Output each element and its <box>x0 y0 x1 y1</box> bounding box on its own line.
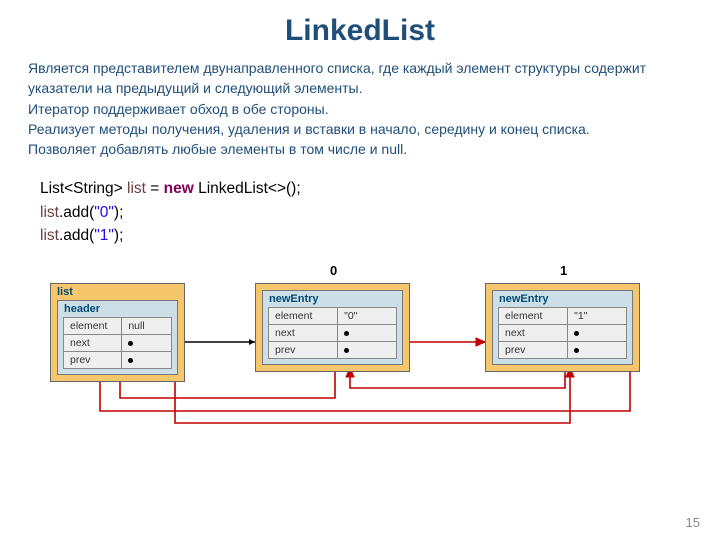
field-prev-v <box>338 342 397 359</box>
code-text: ); <box>114 204 123 221</box>
node-1-box: newEntry element"1" next prev <box>485 283 640 372</box>
pointer-dot <box>128 358 133 363</box>
pointer-dot <box>344 348 349 353</box>
list-title: list <box>51 284 184 300</box>
desc-line-1: Является представителем двунаправленного… <box>28 60 646 96</box>
header-title: header <box>58 301 177 317</box>
field-prev-k: prev <box>269 342 338 359</box>
code-text: List<String> <box>40 180 127 197</box>
node-index-0: 0 <box>330 263 337 278</box>
page-title: LinkedList <box>0 0 720 58</box>
node-1-fields: element"1" next prev <box>498 307 627 359</box>
node-0-entry: newEntry element"0" next prev <box>262 290 403 365</box>
field-element-v: "0" <box>338 308 397 325</box>
desc-line-2: Итератор поддерживает обход в обе сторон… <box>28 101 329 117</box>
field-next-v <box>122 335 172 352</box>
code-var: list <box>40 204 59 221</box>
node-0-box: newEntry element"0" next prev <box>255 283 410 372</box>
field-element-k: element <box>499 308 568 325</box>
list-box: list header elementnull next prev <box>50 283 185 382</box>
field-element-k: element <box>269 308 338 325</box>
node-0-title: newEntry <box>263 291 402 307</box>
code-text: ); <box>114 227 123 244</box>
field-prev-v <box>568 342 627 359</box>
field-next-k: next <box>499 325 568 342</box>
field-next-k: next <box>269 325 338 342</box>
node-0-fields: element"0" next prev <box>268 307 397 359</box>
field-prev-k: prev <box>64 352 122 369</box>
code-keyword: new <box>164 180 194 197</box>
header-box: header elementnull next prev <box>57 300 178 375</box>
description-block: Является представителем двунаправленного… <box>0 58 720 167</box>
field-prev-v <box>122 352 172 369</box>
node-1-title: newEntry <box>493 291 632 307</box>
pointer-dot <box>574 331 579 336</box>
code-var: list <box>127 180 146 197</box>
code-text: LinkedList<>(); <box>194 180 301 197</box>
node-1-entry: newEntry element"1" next prev <box>492 290 633 365</box>
code-string: "0" <box>94 204 114 221</box>
field-element-k: element <box>64 318 122 335</box>
desc-line-4: Позволяет добавлять любые элементы в том… <box>28 141 407 157</box>
field-prev-k: prev <box>499 342 568 359</box>
desc-line-3: Реализует методы получения, удаления и в… <box>28 121 590 137</box>
code-block: List<String> list = new LinkedList<>(); … <box>0 167 720 247</box>
code-line-2: list.add("0"); <box>40 201 720 224</box>
field-next-v <box>338 325 397 342</box>
diagram: 0 1 list header elementnull next prev ne… <box>40 263 680 443</box>
code-text: = <box>146 180 164 197</box>
field-next-v <box>568 325 627 342</box>
code-text: .add( <box>59 227 94 244</box>
field-next-k: next <box>64 335 122 352</box>
code-line-3: list.add("1"); <box>40 224 720 247</box>
code-text: .add( <box>59 204 94 221</box>
field-element-v: "1" <box>568 308 627 325</box>
header-fields: elementnull next prev <box>63 317 172 369</box>
code-string: "1" <box>94 227 114 244</box>
page-number: 15 <box>686 515 700 530</box>
pointer-dot <box>128 341 133 346</box>
pointer-dot <box>344 331 349 336</box>
code-line-1: List<String> list = new LinkedList<>(); <box>40 177 720 200</box>
field-element-v: null <box>122 318 172 335</box>
node-index-1: 1 <box>560 263 567 278</box>
code-var: list <box>40 227 59 244</box>
pointer-dot <box>574 348 579 353</box>
